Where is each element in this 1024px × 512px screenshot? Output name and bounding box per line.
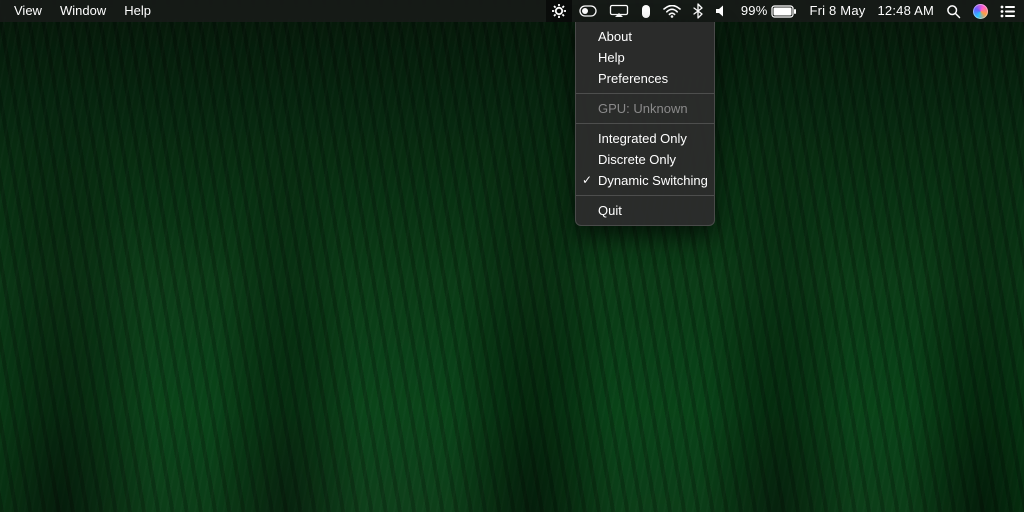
battery-percent-text: 99% — [741, 0, 768, 22]
menu-bar-left: View Window Help — [14, 0, 151, 22]
dropdown-item-dynamic-switching[interactable]: ✓ Dynamic Switching — [576, 170, 714, 191]
dropdown-item-discrete-only[interactable]: Discrete Only — [576, 149, 714, 170]
dropdown-item-help[interactable]: Help — [576, 47, 714, 68]
app-pill-icon — [579, 4, 597, 18]
dropdown-item-quit[interactable]: Quit — [576, 200, 714, 221]
menu-view[interactable]: View — [14, 0, 42, 22]
dropdown-item-gpu-status: GPU: Unknown — [576, 98, 714, 119]
bluetooth-icon — [693, 3, 703, 19]
dropdown-item-preferences[interactable]: Preferences — [576, 68, 714, 89]
menu-extra-battery[interactable]: 99% — [741, 0, 798, 22]
menu-extra-volume[interactable] — [715, 0, 729, 22]
menu-extra-bluetooth[interactable] — [693, 0, 703, 22]
menu-bar: View Window Help — [0, 0, 1024, 22]
dropdown-item-label: Dynamic Switching — [598, 173, 708, 188]
mouse-icon — [641, 4, 651, 19]
gear-icon — [551, 3, 567, 19]
menu-help[interactable]: Help — [124, 0, 151, 22]
menu-extra-time[interactable]: 12:48 AM — [877, 0, 934, 22]
dropdown-item-integrated-only[interactable]: Integrated Only — [576, 128, 714, 149]
menu-extra-app[interactable] — [579, 0, 597, 22]
dropdown-separator — [576, 123, 714, 124]
menu-extra-spotlight[interactable] — [946, 0, 961, 22]
check-icon: ✓ — [582, 172, 592, 189]
siri-icon — [973, 4, 988, 19]
desktop-wallpaper — [0, 0, 1024, 512]
menu-extra-siri[interactable] — [973, 0, 988, 22]
search-icon — [946, 4, 961, 19]
battery-icon — [771, 5, 797, 18]
wifi-icon — [663, 5, 681, 18]
volume-icon — [715, 4, 729, 18]
menu-extra-wifi[interactable] — [663, 0, 681, 22]
airplay-icon — [609, 4, 629, 18]
menu-extra-mouse[interactable] — [641, 0, 651, 22]
dropdown-separator — [576, 195, 714, 196]
menu-extra-date[interactable]: Fri 8 May — [809, 0, 865, 22]
menu-window[interactable]: Window — [60, 0, 106, 22]
dropdown-item-about[interactable]: About — [576, 26, 714, 47]
menu-bar-right: 99% Fri 8 May 12:48 AM — [551, 0, 1016, 22]
menu-extra-notification-center[interactable] — [1000, 0, 1016, 22]
gfxcard-dropdown: About Help Preferences GPU: Unknown Inte… — [575, 22, 715, 226]
dropdown-separator — [576, 93, 714, 94]
list-icon — [1000, 5, 1016, 18]
menu-extra-display[interactable] — [609, 0, 629, 22]
menu-extra-gfxcard[interactable] — [546, 0, 572, 22]
